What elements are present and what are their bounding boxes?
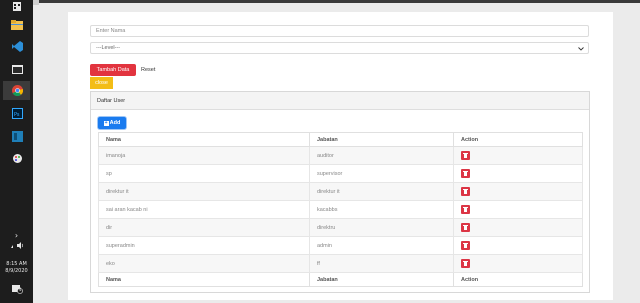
delete-icon[interactable]	[461, 169, 470, 178]
photoshop-icon[interactable]: Ps	[10, 107, 24, 120]
footer-header-nama: Nama	[98, 272, 310, 287]
delete-icon[interactable]	[461, 223, 470, 232]
cell-action	[453, 200, 583, 219]
tray-network-volume-icon[interactable]	[0, 242, 33, 252]
chrome-icon[interactable]	[10, 84, 24, 97]
delete-icon[interactable]	[461, 241, 470, 250]
app-icon[interactable]	[10, 130, 24, 143]
add-button[interactable]: + Add	[98, 117, 126, 129]
user-table: Nama Jabatan Action imanoja auditor sp s…	[98, 132, 583, 287]
table-row: eko ff	[98, 254, 583, 273]
cell-action	[453, 164, 583, 183]
footer-header-jabatan: Jabatan	[309, 272, 454, 287]
cell-nama: sai aran kacab ni	[98, 200, 310, 219]
cell-jabatan: kacabbs	[309, 200, 454, 219]
cell-jabatan: direktru	[309, 218, 454, 237]
file-explorer-icon[interactable]	[10, 18, 24, 31]
add-button-label: Add	[109, 120, 121, 126]
name-input[interactable]: Enter Nama	[90, 25, 589, 37]
table-row: direktur it direktur it	[98, 182, 583, 201]
paint-icon[interactable]	[10, 152, 24, 165]
table-footer-row: Nama Jabatan Action	[98, 272, 583, 287]
cell-jabatan: ff	[309, 254, 454, 273]
table-row: sai aran kacab ni kacabbs	[98, 200, 583, 219]
store-icon[interactable]	[10, 0, 24, 13]
terminal-icon[interactable]	[10, 63, 24, 76]
cell-action	[453, 182, 583, 201]
reset-button[interactable]: Reset	[141, 64, 155, 76]
cell-jabatan: admin	[309, 236, 454, 255]
card-title: Daftar User	[91, 92, 589, 110]
column-header-nama[interactable]: Nama	[98, 132, 310, 147]
plus-icon: +	[103, 120, 109, 126]
cell-action	[453, 236, 583, 255]
cell-action	[453, 146, 583, 165]
tray-chevron-icon[interactable]: ›	[0, 232, 33, 240]
browser-top-strip	[33, 0, 640, 3]
footer-header-action: Action	[453, 272, 583, 287]
table-row: superadmin admin	[98, 236, 583, 255]
chevron-down-icon	[578, 45, 584, 55]
notification-count: 4	[19, 287, 22, 292]
tambah-data-button[interactable]: Tambah Data	[90, 64, 136, 76]
tray-time[interactable]: 8:15 AM	[0, 261, 33, 268]
column-header-action[interactable]: Action	[453, 132, 583, 147]
cell-jabatan: auditor	[309, 146, 454, 165]
delete-icon[interactable]	[461, 205, 470, 214]
column-header-jabatan[interactable]: Jabatan	[309, 132, 454, 147]
cell-nama: eko	[98, 254, 310, 273]
taskbar: Ps › 8:15 AM 8/9/2020 4	[0, 0, 33, 303]
cell-jabatan: direktur it	[309, 182, 454, 201]
notification-icon[interactable]: 4	[0, 284, 33, 297]
delete-icon[interactable]	[461, 259, 470, 268]
level-select-value: ---Level---	[96, 45, 121, 51]
level-select[interactable]: ---Level---	[90, 42, 589, 54]
table-row: dir direktru	[98, 218, 583, 237]
cell-nama: direktur it	[98, 182, 310, 201]
user-list-card: Daftar User + Add Nama Jabatan Action ima…	[90, 91, 590, 293]
cell-nama: superadmin	[98, 236, 310, 255]
cell-action	[453, 218, 583, 237]
table-row: sp supervisor	[98, 164, 583, 183]
table-row: imanoja auditor	[98, 146, 583, 165]
cell-action	[453, 254, 583, 273]
close-button[interactable]: close	[90, 77, 113, 89]
delete-icon[interactable]	[461, 151, 470, 160]
cell-jabatan: supervisor	[309, 164, 454, 183]
tray-date[interactable]: 8/9/2020	[0, 268, 33, 275]
window-control[interactable]	[33, 0, 39, 5]
name-input-placeholder: Enter Nama	[96, 28, 126, 34]
table-header-row: Nama Jabatan Action	[98, 132, 583, 147]
cell-nama: dir	[98, 218, 310, 237]
svg-text:Ps: Ps	[14, 112, 20, 118]
vscode-icon[interactable]	[10, 40, 24, 53]
cell-nama: sp	[98, 164, 310, 183]
delete-icon[interactable]	[461, 187, 470, 196]
cell-nama: imanoja	[98, 146, 310, 165]
